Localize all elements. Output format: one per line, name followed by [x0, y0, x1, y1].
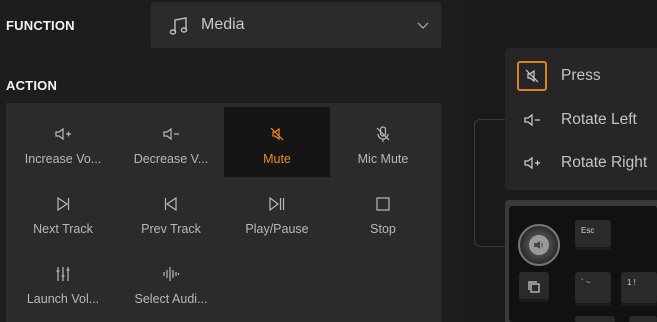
knob-action-icon-box	[517, 105, 547, 135]
knob-action-press[interactable]: Press	[517, 60, 601, 92]
action-item-label: Decrease V...	[133, 152, 209, 166]
knob-action-icon-box	[517, 148, 547, 178]
esc-key[interactable]: Esc	[575, 220, 611, 250]
tab-key[interactable]	[575, 316, 615, 322]
copy-icon	[528, 281, 540, 293]
knob-action-icon-box	[517, 61, 547, 91]
action-item-label: Mute	[263, 152, 291, 166]
audio-wave-icon	[163, 267, 180, 281]
volume-down-icon	[163, 127, 179, 141]
knob-action-panel: Press Rotate Left Rotate Right	[505, 48, 657, 190]
action-play-pause[interactable]: Play/Pause	[224, 177, 330, 247]
action-item-label: Launch Vol...	[26, 292, 100, 306]
music-note-icon	[169, 17, 188, 35]
knob-action-label: Press	[561, 67, 601, 84]
action-item-label: Stop	[370, 222, 396, 236]
stop-icon	[376, 197, 390, 211]
action-item-label: Mic Mute	[357, 152, 409, 166]
keyboard-body: Esc ` ~ 1 !	[509, 206, 657, 322]
connector-line	[474, 119, 505, 247]
mute-icon	[270, 127, 284, 141]
one-key-label: 1 !	[627, 278, 636, 287]
action-grid: Increase Vo... Decrease V... Mute Mic Mu…	[6, 103, 441, 322]
function-dropdown[interactable]: Media	[151, 2, 441, 48]
next-track-icon	[57, 196, 70, 212]
mute-icon	[525, 69, 539, 83]
chevron-down-icon	[417, 22, 429, 29]
knob-cap	[529, 235, 549, 255]
key-settings-panel: FUNCTION Media ACTION Increase Vo... Dec…	[0, 0, 463, 322]
knob-action-rotate-right[interactable]: Rotate Right	[517, 147, 647, 179]
app-root: FUNCTION Media ACTION Increase Vo... Dec…	[0, 0, 657, 322]
q-key[interactable]	[629, 316, 657, 322]
mixer-sliders-icon	[56, 267, 70, 281]
function-selected-value: Media	[201, 16, 245, 33]
action-next-track[interactable]: Next Track	[10, 177, 116, 247]
backtick-key[interactable]: ` ~	[575, 272, 611, 306]
volume-up-icon	[524, 156, 540, 170]
knob-action-rotate-left[interactable]: Rotate Left	[517, 104, 637, 136]
macro-key[interactable]	[519, 272, 549, 302]
action-decrease-volume[interactable]: Decrease V...	[118, 107, 224, 177]
action-select-audio-device[interactable]: Select Audi...	[118, 247, 224, 317]
action-launch-volume-mixer[interactable]: Launch Vol...	[10, 247, 116, 317]
prev-track-icon	[164, 196, 177, 212]
action-increase-volume[interactable]: Increase Vo...	[10, 107, 116, 177]
mic-mute-icon	[376, 126, 390, 142]
play-pause-icon	[269, 196, 285, 212]
keyboard-preview: Esc ` ~ 1 !	[505, 200, 657, 322]
speaker-icon	[534, 241, 543, 249]
action-mute[interactable]: Mute	[224, 107, 330, 177]
action-item-label: Play/Pause	[245, 222, 309, 236]
knob-action-label: Rotate Left	[561, 111, 637, 128]
one-key[interactable]: 1 !	[621, 272, 657, 306]
esc-key-label: Esc	[581, 226, 595, 235]
volume-down-icon	[524, 113, 540, 127]
volume-up-icon	[55, 127, 71, 141]
action-mic-mute[interactable]: Mic Mute	[330, 107, 436, 177]
action-label: ACTION	[6, 78, 58, 93]
action-stop[interactable]: Stop	[330, 177, 436, 247]
backtick-key-label: ` ~	[581, 278, 591, 287]
action-item-label: Prev Track	[141, 222, 201, 236]
volume-knob[interactable]	[518, 224, 560, 266]
action-item-label: Next Track	[33, 222, 93, 236]
knob-action-label: Rotate Right	[561, 154, 648, 171]
action-item-label: Increase Vo...	[24, 152, 102, 166]
function-label: FUNCTION	[6, 18, 75, 33]
action-item-label: Select Audi...	[134, 292, 208, 306]
action-prev-track[interactable]: Prev Track	[118, 177, 224, 247]
